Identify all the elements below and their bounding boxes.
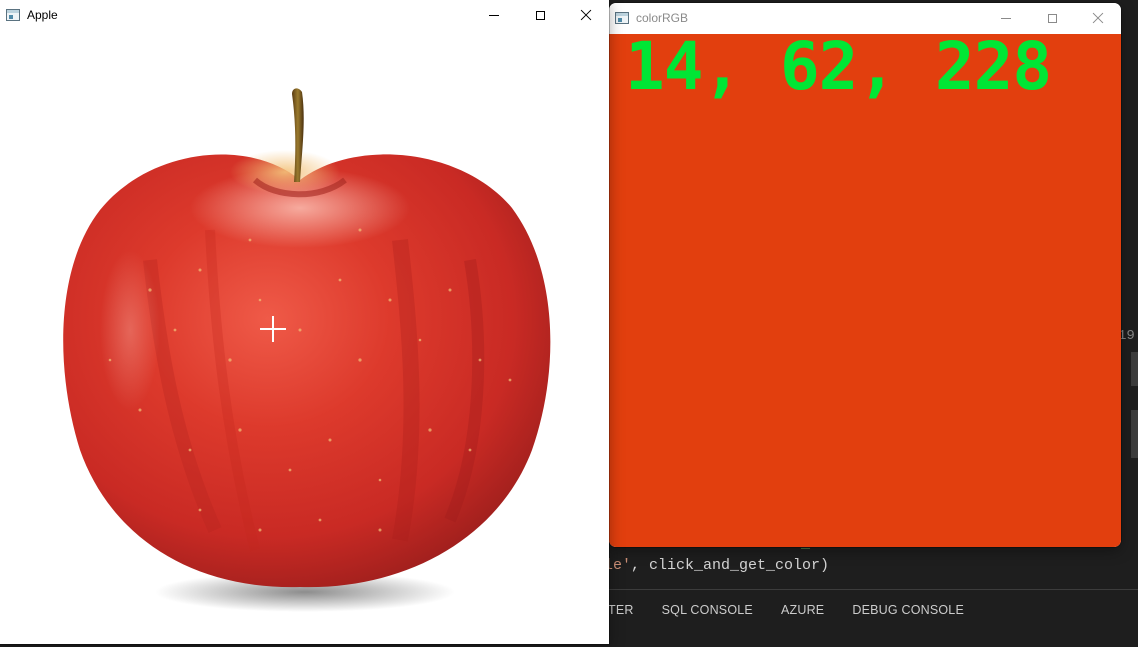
window-controls xyxy=(471,0,609,30)
maximize-button[interactable] xyxy=(1029,3,1075,33)
colorrgb-titlebar[interactable]: colorRGB xyxy=(609,3,1121,33)
tab-sql-console[interactable]: SQL CONSOLE xyxy=(662,603,753,617)
editor-scrollbar-thumb[interactable] xyxy=(1131,410,1138,458)
desktop: function to the click_event function le'… xyxy=(0,0,1138,647)
close-button[interactable] xyxy=(1075,3,1121,33)
window-controls xyxy=(983,3,1121,33)
window-title: colorRGB xyxy=(636,11,689,25)
tab-debug-console[interactable]: DEBUG CONSOLE xyxy=(852,603,964,617)
close-icon xyxy=(580,9,592,21)
color-swatch-canvas[interactable]: 14, 62, 228 xyxy=(609,34,1121,547)
window-app-icon xyxy=(615,12,629,24)
maximize-icon xyxy=(1047,13,1057,23)
minimize-button[interactable] xyxy=(471,0,517,30)
minimize-icon xyxy=(1001,17,1011,19)
editor-code-token: , click_and_get_color) xyxy=(631,557,830,574)
window-title: Apple xyxy=(27,8,58,22)
apple-titlebar[interactable]: Apple xyxy=(0,0,609,30)
minimize-icon xyxy=(489,14,499,16)
rgb-value-text: 14, 62, 228 xyxy=(625,34,1052,105)
red-apple-image xyxy=(63,88,551,612)
apple-window[interactable]: Apple xyxy=(0,0,609,644)
minimize-button[interactable] xyxy=(983,3,1029,33)
editor-scrollbar-thumb[interactable] xyxy=(1131,352,1138,386)
crosshair-cursor-icon xyxy=(260,316,286,342)
apple-image-canvas[interactable] xyxy=(0,30,609,644)
colorrgb-window[interactable]: colorRGB 14, 62, 228 xyxy=(609,3,1121,547)
maximize-icon xyxy=(535,10,545,20)
tab-azure[interactable]: AZURE xyxy=(781,603,824,617)
close-button[interactable] xyxy=(563,0,609,30)
panel-tab-bar: TER SQL CONSOLE AZURE DEBUG CONSOLE xyxy=(608,603,964,617)
close-icon xyxy=(1092,12,1104,24)
maximize-button[interactable] xyxy=(517,0,563,30)
tab-terminal[interactable]: TER xyxy=(608,603,634,617)
editor-code-line[interactable]: le', click_and_get_color) xyxy=(604,557,829,574)
window-app-icon xyxy=(6,9,20,21)
